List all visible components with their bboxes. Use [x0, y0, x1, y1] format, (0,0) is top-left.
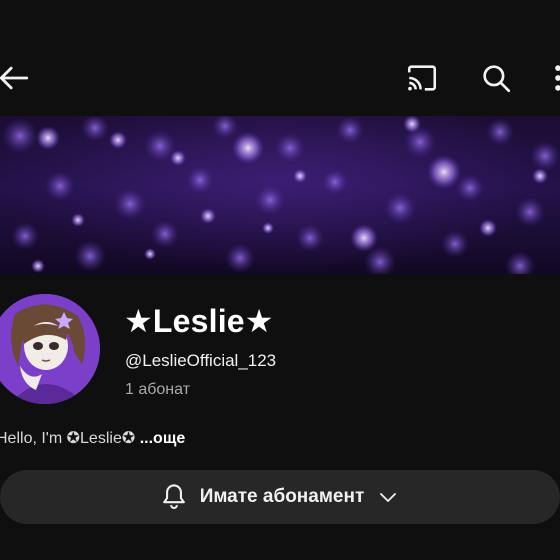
channel-handle: @LeslieOfficial_123	[125, 351, 277, 370]
more-vertical-icon	[555, 65, 560, 91]
subscriber-count: 1 абонат	[125, 381, 191, 398]
top-app-bar	[0, 0, 560, 116]
bell-icon	[162, 484, 185, 509]
back-button[interactable]	[0, 58, 34, 98]
chevron-down-icon	[380, 493, 397, 502]
subscribed-button-label: Имате абонамент	[199, 486, 365, 507]
more-options-button[interactable]	[548, 58, 560, 98]
more-link[interactable]: ...още	[140, 430, 186, 447]
cast-icon	[407, 65, 437, 91]
search-icon	[483, 65, 511, 93]
description-text: Hello, I'm ✪Leslie✪	[0, 430, 136, 447]
avatar[interactable]	[0, 294, 100, 404]
search-button[interactable]	[476, 58, 516, 98]
arrow-left-icon	[0, 66, 29, 90]
channel-banner	[0, 116, 560, 274]
avatar-drawing	[0, 294, 100, 404]
bokeh-glitter-image	[2, 116, 560, 274]
subscribed-button[interactable]: Имате абонамент	[0, 470, 560, 524]
channel-name: ★Leslie★	[124, 303, 274, 339]
cast-button[interactable]	[402, 58, 442, 98]
channel-description[interactable]: Hello, I'm ✪Leslie✪ ...още	[0, 428, 185, 448]
